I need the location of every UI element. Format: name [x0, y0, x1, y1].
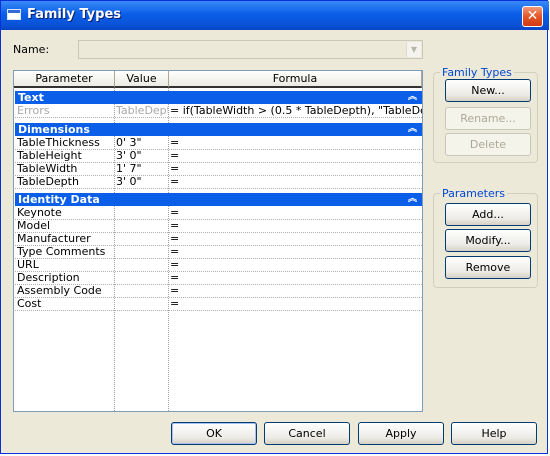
table-row[interactable]: URL =	[15, 259, 422, 272]
table-row[interactable]: TableThickness 0' 3" =	[15, 137, 422, 150]
parameter-formula[interactable]: =	[170, 150, 422, 162]
name-combobox[interactable]: ▼	[78, 40, 423, 59]
parameter-value[interactable]	[116, 207, 168, 219]
parameter-formula[interactable]: =	[170, 259, 422, 271]
parameter-name: Errors	[17, 105, 50, 117]
family-types-legend: Family Types	[442, 66, 512, 79]
close-button[interactable]: ✕	[522, 6, 543, 27]
parameter-grid: Parameter Value Formula Text ︽ Errors Ta…	[13, 70, 423, 412]
parameter-value[interactable]: 3' 0"	[116, 150, 168, 162]
cancel-button[interactable]: Cancel	[264, 422, 350, 445]
table-row[interactable]: Assembly Code =	[15, 285, 422, 298]
parameter-name: Assembly Code	[17, 285, 102, 297]
parameter-name: TableHeight	[17, 150, 82, 162]
parameter-value[interactable]	[116, 298, 168, 310]
group-header-text[interactable]: Text ︽	[15, 91, 422, 104]
table-row[interactable]: TableHeight 3' 0" =	[15, 150, 422, 163]
chevron-double-up-icon[interactable]: ︽	[408, 123, 417, 136]
new-type-button[interactable]: New...	[445, 79, 531, 102]
chevron-double-up-icon[interactable]: ︽	[408, 91, 417, 104]
parameter-name: TableThickness	[17, 137, 100, 149]
parameter-formula[interactable]: =	[170, 272, 422, 284]
column-header-parameter[interactable]: Parameter	[14, 71, 115, 88]
parameter-formula[interactable]: =	[170, 137, 422, 149]
parameter-value[interactable]	[116, 246, 168, 258]
window-title: Family Types	[27, 7, 122, 22]
parameter-formula[interactable]: =	[170, 285, 422, 297]
table-row[interactable]: Keynote =	[15, 207, 422, 220]
chevron-double-up-icon[interactable]: ︽	[408, 193, 417, 206]
add-parameter-button[interactable]: Add...	[445, 203, 531, 226]
parameter-formula[interactable]: =	[170, 176, 422, 188]
parameter-value[interactable]	[116, 259, 168, 271]
group-title: Text	[18, 91, 44, 104]
column-header-value[interactable]: Value	[115, 71, 169, 88]
parameter-name: TableDepth	[17, 176, 79, 188]
table-row[interactable]: Cost =	[15, 298, 422, 311]
delete-type-button[interactable]: Delete	[445, 133, 531, 156]
parameter-formula[interactable]: =	[170, 207, 422, 219]
parameter-formula[interactable]: = if(TableWidth > (0.5 * TableDepth), "T…	[170, 105, 422, 117]
parameter-name: Description	[17, 272, 80, 284]
parameter-name: Model	[17, 220, 51, 232]
parameter-value[interactable]	[116, 285, 168, 297]
parameter-value[interactable]: TableDepth	[116, 105, 168, 117]
table-row[interactable]: Type Comments =	[15, 246, 422, 259]
parameter-formula[interactable]: =	[170, 163, 422, 175]
table-row[interactable]: Manufacturer =	[15, 233, 422, 246]
table-row[interactable]: TableDepth 3' 0" =	[15, 176, 422, 189]
chevron-down-icon[interactable]: ▼	[406, 42, 421, 57]
parameter-formula[interactable]: =	[170, 246, 422, 258]
ok-button[interactable]: OK	[171, 422, 257, 445]
title-bar[interactable]: Family Types ✕	[1, 1, 549, 30]
parameter-name: Cost	[17, 298, 42, 310]
remove-parameter-button[interactable]: Remove	[445, 256, 531, 279]
parameter-formula[interactable]: =	[170, 298, 422, 310]
parameter-value[interactable]: 3' 0"	[116, 176, 168, 188]
group-title: Dimensions	[18, 123, 90, 136]
group-header-dimensions[interactable]: Dimensions ︽	[15, 123, 422, 136]
table-row[interactable]: Description =	[15, 272, 422, 285]
parameter-value[interactable]	[116, 272, 168, 284]
parameter-value[interactable]: 0' 3"	[116, 137, 168, 149]
table-row[interactable]: TableWidth 1' 7" =	[15, 163, 422, 176]
family-types-dialog: Family Types ✕ Name: ▼ Parameter Value F…	[0, 0, 549, 454]
parameter-formula[interactable]: =	[170, 220, 422, 232]
parameter-value[interactable]	[116, 220, 168, 232]
name-label: Name:	[13, 43, 50, 56]
parameters-legend: Parameters	[442, 187, 505, 200]
parameter-name: URL	[17, 259, 39, 271]
group-title: Identity Data	[18, 193, 100, 206]
parameter-name: Type Comments	[17, 246, 106, 258]
table-row[interactable]: Model =	[15, 220, 422, 233]
parameter-name: Manufacturer	[17, 233, 91, 245]
parameter-name: Keynote	[17, 207, 62, 219]
parameter-value[interactable]: 1' 7"	[116, 163, 168, 175]
parameter-name: TableWidth	[17, 163, 78, 175]
apply-button[interactable]: Apply	[358, 422, 444, 445]
parameter-value[interactable]	[116, 233, 168, 245]
group-header-identity-data[interactable]: Identity Data ︽	[15, 193, 422, 206]
parameter-formula[interactable]: =	[170, 233, 422, 245]
rename-type-button[interactable]: Rename...	[445, 107, 531, 130]
table-row[interactable]: Errors TableDepth = if(TableWidth > (0.5…	[15, 105, 422, 118]
help-button[interactable]: Help	[451, 422, 537, 445]
window-icon	[7, 9, 21, 20]
modify-parameter-button[interactable]: Modify...	[445, 229, 531, 252]
column-header-formula[interactable]: Formula	[169, 71, 422, 88]
